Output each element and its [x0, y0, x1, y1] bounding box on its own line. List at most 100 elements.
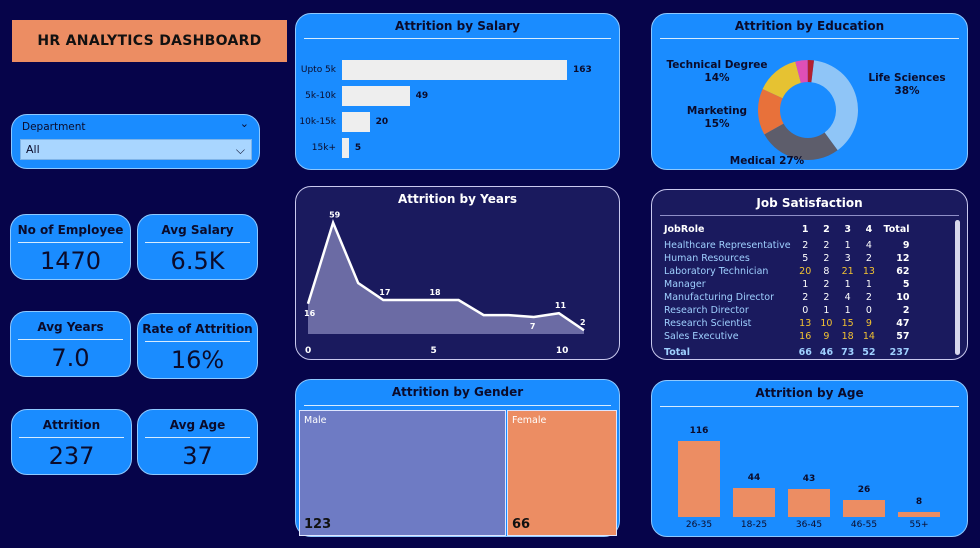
kpi-value: 1470 — [39, 247, 102, 275]
panel-title: Attrition by Education — [734, 19, 885, 33]
column-header[interactable]: JobRole — [660, 219, 795, 239]
satisfaction-cell: 1 — [823, 305, 830, 316]
column-header[interactable]: 3 — [837, 219, 858, 239]
panel-title: Attrition by Gender — [391, 385, 524, 399]
slice-value: 27% — [779, 155, 805, 167]
total-cell: 9 — [902, 240, 910, 251]
x-tick-label: 5 — [430, 346, 436, 356]
satisfaction-cell: 13 — [862, 266, 875, 277]
table-row[interactable]: Research Scientist 13 10 15 9 47 — [660, 317, 914, 330]
age-bar — [843, 499, 885, 517]
satisfaction-cell: 2 — [802, 240, 809, 251]
satisfaction-cell: 52 — [862, 347, 876, 358]
bar-value-label: 20 — [375, 117, 389, 127]
bar-value-label: 49 — [415, 91, 429, 101]
bar-value-label: 26 — [857, 484, 871, 495]
job-role-cell: Sales Executive — [664, 331, 739, 342]
treemap-cell[interactable]: Male 123 — [299, 410, 506, 536]
treemap-cell[interactable]: Female 66 — [507, 410, 617, 536]
salary-bar — [342, 60, 567, 80]
kpi-avg-salary: Avg Salary 6.5K — [137, 214, 258, 280]
age-bar — [898, 511, 940, 517]
table-row[interactable]: Healthcare Representative 2 2 1 4 9 — [660, 239, 914, 252]
satisfaction-cell: 0 — [802, 305, 809, 316]
kpi-value: 16% — [170, 346, 225, 374]
column-header[interactable]: Total — [880, 219, 914, 239]
column-header[interactable]: 4 — [858, 219, 879, 239]
job-role-cell: Laboratory Technician — [664, 266, 769, 277]
age-panel: Attrition by Age 116 26-35 44 18-25 43 36-45 2… — [651, 380, 968, 537]
bar-value-label: 116 — [689, 426, 709, 436]
satisfaction-cell: 20 — [799, 266, 812, 277]
slice-value: 14% — [704, 72, 730, 84]
chevron-down-icon[interactable]: ⌄ — [240, 117, 249, 130]
department-select[interactable]: All ⌵ — [20, 139, 252, 160]
satisfaction-cell: 73 — [841, 347, 855, 358]
job-satisfaction-table: JobRole 1 2 3 4 Total Healthcare Represe… — [660, 219, 914, 359]
satisfaction-cell: 8 — [823, 266, 830, 277]
satisfaction-cell: 2 — [865, 253, 872, 264]
gender-panel: Attrition by Gender Male 123 Female 66 — [295, 379, 620, 537]
data-label: 17 — [379, 288, 390, 297]
job-role-cell: Manufacturing Director — [664, 292, 774, 303]
table-row[interactable]: Human Resources 5 2 3 2 12 — [660, 252, 914, 265]
satisfaction-cell: 1 — [844, 240, 851, 251]
table-row[interactable]: Sales Executive 16 9 18 14 57 — [660, 330, 914, 343]
total-cell: 12 — [896, 253, 910, 264]
satisfaction-cell: 2 — [802, 292, 809, 303]
slice-name: Life Sciences — [868, 72, 946, 84]
bar-value-label: 5 — [354, 143, 362, 153]
total-cell: 5 — [902, 279, 910, 290]
years-area-chart: 16 59 17 18 7 11 2 0 5 10 — [304, 211, 586, 356]
legend-label-technical-degree: Technical Degree 14% — [662, 59, 772, 85]
department-slicer[interactable]: Department ⌄ All ⌵ — [11, 114, 260, 169]
bar-value-label: 163 — [573, 65, 592, 75]
satisfaction-cell: 2 — [823, 279, 830, 290]
satisfaction-cell: 2 — [865, 292, 872, 303]
total-cell: 47 — [896, 318, 910, 329]
table-row[interactable]: Laboratory Technician 20 8 21 13 62 — [660, 265, 914, 278]
total-cell: 237 — [889, 347, 910, 358]
table-scrollbar[interactable] — [955, 220, 960, 355]
data-label: 16 — [304, 309, 316, 318]
bar-value-label: 8 — [915, 496, 923, 507]
kpi-title: Avg Age — [169, 418, 226, 432]
satisfaction-cell: 9 — [865, 318, 872, 329]
satisfaction-cell: 5 — [802, 253, 809, 264]
education-panel: Attrition by Education Technical Degree … — [651, 13, 968, 170]
satisfaction-cell: 1 — [844, 279, 851, 290]
job-role-cell: Research Director — [664, 305, 749, 316]
satisfaction-cell: 2 — [823, 253, 830, 264]
satisfaction-cell: 10 — [820, 318, 833, 329]
bar-value-label: 43 — [802, 473, 816, 484]
salary-bar — [342, 86, 410, 106]
x-tick-label: 0 — [305, 346, 311, 356]
panel-title: Job Satisfaction — [756, 196, 863, 210]
kpi-title: No of Employee — [17, 223, 124, 237]
table-row[interactable]: Manufacturing Director 2 2 4 2 10 — [660, 291, 914, 304]
bar-category-label: 10k-15k — [299, 117, 336, 127]
years-area-fill — [308, 222, 584, 334]
dashboard-title: HR ANALYTICS DASHBOARD — [12, 20, 287, 62]
table-row[interactable]: Manager 1 2 1 1 5 — [660, 278, 914, 291]
satisfaction-cell: 9 — [823, 331, 830, 342]
table-row[interactable]: Research Director 0 1 1 0 2 — [660, 304, 914, 317]
treemap-value: 123 — [304, 517, 332, 532]
satisfaction-cell: 4 — [844, 292, 851, 303]
kpi-avg-years: Avg Years 7.0 — [10, 311, 131, 377]
kpi-title: Attrition — [42, 418, 101, 432]
bar-category-label: 18-25 — [740, 520, 768, 530]
total-cell: 57 — [896, 331, 910, 342]
age-bar-chart: 116 26-35 44 18-25 43 36-45 26 46-55 8 55+ — [652, 381, 969, 538]
job-role-cell: Human Resources — [664, 253, 750, 264]
chevron-down-icon[interactable]: ⌵ — [236, 140, 245, 160]
slice-name: Marketing — [686, 105, 748, 117]
column-header[interactable]: 1 — [795, 219, 816, 239]
total-cell: 10 — [896, 292, 910, 303]
column-header[interactable]: 2 — [816, 219, 837, 239]
age-bar — [678, 441, 720, 517]
kpi-avg-age: Avg Age 37 — [137, 409, 258, 475]
age-bar — [788, 488, 830, 517]
table-total-row[interactable]: Total 66 46 73 52 237 — [660, 343, 914, 358]
satisfaction-cell: 3 — [844, 253, 851, 264]
